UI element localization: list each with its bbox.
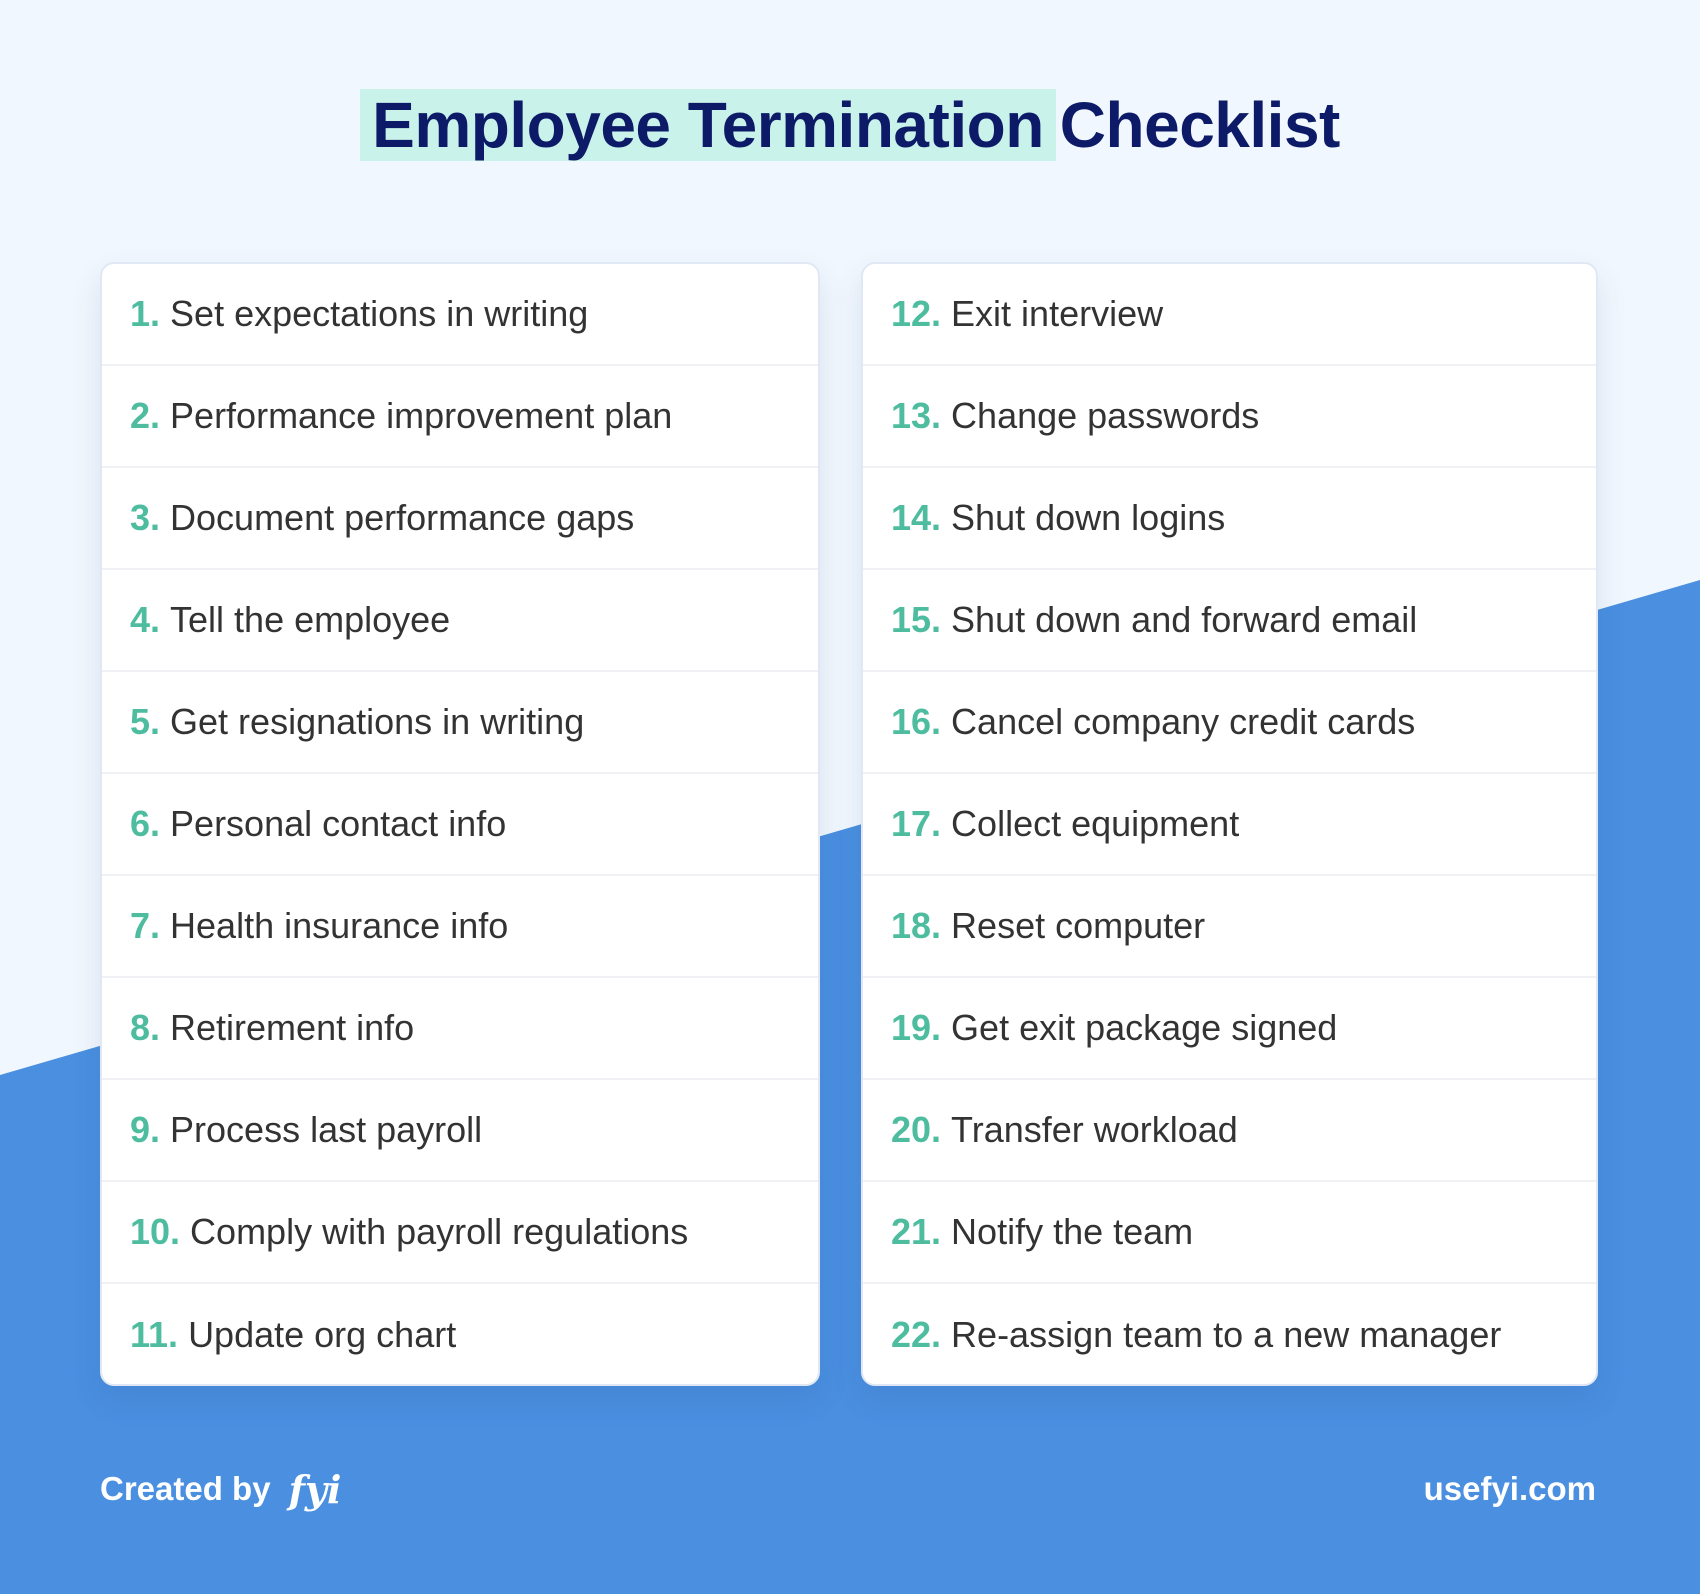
title-highlighted: Employee Termination bbox=[360, 89, 1056, 161]
list-item: 10. Comply with payroll regulations bbox=[102, 1182, 818, 1284]
item-number: 7. bbox=[130, 905, 161, 946]
list-item: 14. Shut down logins bbox=[863, 468, 1596, 570]
item-number: 11. bbox=[130, 1314, 179, 1355]
checklist-card-left: 1. Set expectations in writing 2. Performa… bbox=[100, 262, 820, 1386]
item-number: 22. bbox=[891, 1314, 942, 1355]
item-number: 19. bbox=[891, 1007, 942, 1048]
item-number: 10. bbox=[130, 1211, 181, 1252]
list-item: 18. Reset computer bbox=[863, 876, 1596, 978]
item-number: 4. bbox=[130, 599, 161, 640]
item-text: Cancel company credit cards bbox=[951, 701, 1416, 742]
item-number: 3. bbox=[130, 497, 161, 538]
item-number: 15. bbox=[891, 599, 942, 640]
item-text: Re-assign team to a new manager bbox=[951, 1314, 1502, 1355]
item-number: 2. bbox=[130, 395, 161, 436]
item-text: Update org chart bbox=[188, 1314, 457, 1355]
list-item: 7. Health insurance info bbox=[102, 876, 818, 978]
item-text: Shut down and forward email bbox=[951, 599, 1418, 640]
item-number: 6. bbox=[130, 803, 161, 844]
list-item: 9. Process last payroll bbox=[102, 1080, 818, 1182]
list-item: 20. Transfer workload bbox=[863, 1080, 1596, 1182]
item-text: Comply with payroll regulations bbox=[190, 1211, 689, 1252]
item-number: 17. bbox=[891, 803, 942, 844]
page-title: Employee Termination Checklist bbox=[360, 80, 1340, 170]
title-rest: Checklist bbox=[1059, 89, 1341, 161]
item-text: Get exit package signed bbox=[951, 1007, 1338, 1048]
item-text: Set expectations in writing bbox=[170, 293, 589, 334]
item-number: 20. bbox=[891, 1109, 942, 1150]
item-text: Process last payroll bbox=[170, 1109, 483, 1150]
item-text: Shut down logins bbox=[951, 497, 1226, 538]
item-text: Retirement info bbox=[170, 1007, 415, 1048]
created-by-label: Created by bbox=[100, 1470, 271, 1507]
list-item: 16. Cancel company credit cards bbox=[863, 672, 1596, 774]
checklist-card-right: 12. Exit interview 13. Change passwords 14… bbox=[861, 262, 1598, 1386]
list-item: 12. Exit interview bbox=[863, 264, 1596, 366]
item-number: 5. bbox=[130, 701, 161, 742]
item-text: Health insurance info bbox=[170, 905, 509, 946]
fyi-logo: fyi bbox=[288, 1466, 342, 1512]
item-text: Document performance gaps bbox=[170, 497, 635, 538]
header: Employee Termination Checklist bbox=[0, 80, 1700, 170]
list-item: 3. Document performance gaps bbox=[102, 468, 818, 570]
footer-credit: Created by fyi bbox=[100, 1466, 341, 1512]
list-item: 2. Performance improvement plan bbox=[102, 366, 818, 468]
list-item: 19. Get exit package signed bbox=[863, 978, 1596, 1080]
item-number: 12. bbox=[891, 293, 942, 334]
list-item: 1. Set expectations in writing bbox=[102, 264, 818, 366]
item-number: 9. bbox=[130, 1109, 161, 1150]
list-item: 11. Update org chart bbox=[102, 1284, 818, 1384]
list-item: 17. Collect equipment bbox=[863, 774, 1596, 876]
item-number: 13. bbox=[891, 395, 942, 436]
website-link[interactable]: usefyi.com bbox=[1424, 1466, 1596, 1512]
item-text: Performance improvement plan bbox=[170, 395, 673, 436]
item-text: Get resignations in writing bbox=[170, 701, 585, 742]
list-item: 8. Retirement info bbox=[102, 978, 818, 1080]
item-number: 16. bbox=[891, 701, 942, 742]
list-item: 13. Change passwords bbox=[863, 366, 1596, 468]
item-number: 18. bbox=[891, 905, 942, 946]
item-text: Change passwords bbox=[951, 395, 1260, 436]
item-text: Notify the team bbox=[951, 1211, 1194, 1252]
list-item: 15. Shut down and forward email bbox=[863, 570, 1596, 672]
item-number: 8. bbox=[130, 1007, 161, 1048]
list-item: 6. Personal contact info bbox=[102, 774, 818, 876]
item-text: Reset computer bbox=[951, 905, 1206, 946]
item-number: 1. bbox=[130, 293, 161, 334]
item-text: Transfer workload bbox=[951, 1109, 1238, 1150]
item-text: Collect equipment bbox=[951, 803, 1240, 844]
list-item: 22. Re-assign team to a new manager bbox=[863, 1284, 1596, 1384]
item-text: Personal contact info bbox=[170, 803, 507, 844]
list-item: 4. Tell the employee bbox=[102, 570, 818, 672]
item-text: Exit interview bbox=[951, 293, 1164, 334]
list-item: 21. Notify the team bbox=[863, 1182, 1596, 1284]
item-number: 21. bbox=[891, 1211, 942, 1252]
item-text: Tell the employee bbox=[170, 599, 451, 640]
item-number: 14. bbox=[891, 497, 942, 538]
list-item: 5. Get resignations in writing bbox=[102, 672, 818, 774]
